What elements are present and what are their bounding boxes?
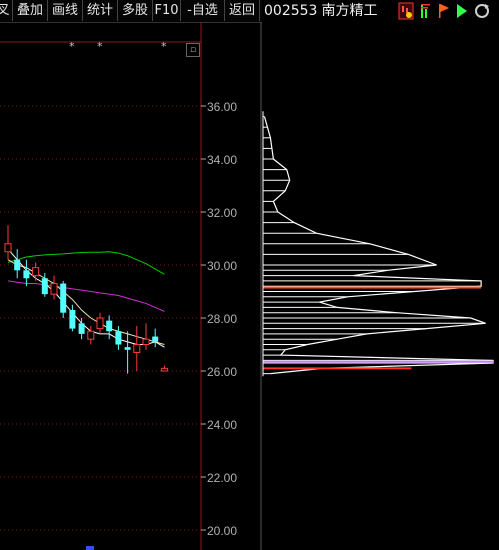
candle-body	[87, 330, 95, 340]
candle-body	[152, 336, 159, 342]
candle-body	[60, 283, 67, 313]
kline-chart: 36.00 34.00 32.00 30.00 28.00 26.00 24.00 22.00…	[0, 22, 494, 550]
moving-average-line	[7, 280, 165, 312]
event-marker: *	[161, 40, 167, 53]
toolbar-button-cross[interactable]: 叉	[0, 0, 13, 21]
candle-body	[160, 367, 168, 372]
candle-body	[124, 347, 131, 350]
candle-body	[96, 317, 104, 330]
stock-code: 002553	[264, 3, 318, 19]
chart-settings-icon[interactable]	[398, 2, 414, 20]
toolbar-button-stats[interactable]: 统计	[83, 0, 118, 21]
play-green-icon[interactable]	[454, 2, 470, 20]
event-marker: *	[69, 40, 75, 53]
candle-body	[142, 338, 150, 346]
price-label: 32.00	[207, 206, 237, 220]
candle-body	[4, 243, 12, 253]
price-label: 30.00	[207, 259, 237, 273]
profile-outline	[263, 116, 494, 375]
stock-title: 002553 南方精工	[264, 0, 377, 22]
toolbar-button-remove-watchlist[interactable]: -自选	[181, 0, 225, 21]
price-label: 24.00	[207, 418, 237, 432]
candle-body	[32, 267, 40, 277]
candle-body	[50, 283, 58, 295]
price-label: 22.00	[207, 471, 237, 485]
volume-bars-icon[interactable]	[418, 2, 434, 20]
toolbar: 叉 叠加 画线 统计 多股 F10 -自选 返回	[0, 0, 262, 21]
candle-body	[115, 331, 122, 345]
refresh-icon[interactable]	[474, 2, 490, 20]
flag-orange-icon[interactable]	[436, 2, 452, 20]
candle-body	[106, 320, 113, 332]
price-label: 20.00	[207, 524, 237, 538]
candle-body	[41, 278, 48, 295]
candle-body	[78, 323, 85, 334]
candle-body	[23, 270, 30, 279]
event-marker: *	[97, 40, 103, 53]
candle-body	[133, 344, 141, 353]
bottom-marker	[86, 546, 94, 550]
toolbar-button-draw[interactable]: 画线	[48, 0, 83, 21]
moving-average-line	[7, 248, 165, 348]
toolbar-button-f10[interactable]: F10	[153, 0, 181, 21]
stock-name: 南方精工	[321, 3, 378, 19]
toolbar-button-multi-stock[interactable]: 多股	[118, 0, 153, 21]
toolbar-button-overlay[interactable]: 叠加	[13, 0, 48, 21]
candle-body	[14, 259, 21, 271]
price-label: 28.00	[207, 312, 237, 326]
toolbar-button-back[interactable]: 返回	[225, 0, 260, 21]
candle-body	[69, 310, 76, 329]
price-label: 26.00	[207, 365, 237, 379]
price-label: 34.00	[207, 153, 237, 167]
price-label: 36.00	[207, 100, 237, 114]
